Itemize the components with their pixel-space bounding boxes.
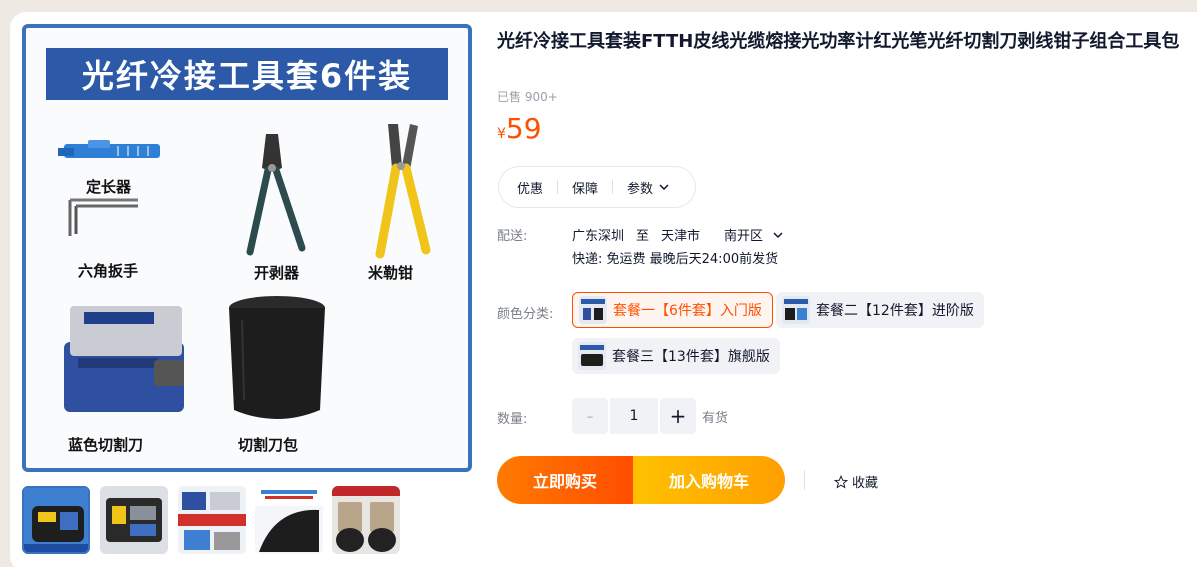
thumbnail-1[interactable] [22,486,90,554]
sold-count: 已售 900+ [497,90,558,104]
tab-params[interactable]: 参数 [627,178,669,197]
thumbnail-2[interactable] [100,486,168,554]
express-info: 快递: 免运费 最晚后天24:00前发货 [572,252,779,267]
star-icon [834,474,848,489]
product-title: 光纤冷接工具套装FTTH皮线光缆熔接光功率计红光笔光纤切割刀剥线钳子组合工具包 [497,31,1180,52]
currency-symbol: ¥ [497,126,506,142]
stock-status: 有货 [702,410,729,426]
option-label: 套餐一【6件套】入门版 [613,303,762,319]
thumbnail-5[interactable] [332,486,400,554]
thumbnail-image [255,486,323,554]
buy-now-button[interactable]: 立即购买 [497,456,633,504]
favorite-button[interactable]: 收藏 [834,472,878,491]
tab-discount[interactable]: 优惠 [517,178,543,197]
option-thumbnail [578,342,606,370]
tab-params-label: 参数 [627,181,654,197]
main-product-image[interactable]: 光纤冷接工具套6件装 定长器 六角扳手 开剥器 米勒钳 蓝色切割刀 切割刀包 [22,24,472,472]
price: ¥59 [497,112,542,145]
tool-label-hex-key: 六角扳手 [78,262,139,280]
divider [804,470,805,490]
increment-button[interactable]: + [660,398,696,434]
shipping-label: 配送: [497,229,528,244]
chevron-down-icon [659,184,669,190]
tool-label-length-gauge: 定长器 [86,178,132,196]
quantity-input[interactable]: 1 [610,398,658,434]
color-label: 颜色分类: [497,307,554,322]
decrement-button[interactable]: - [572,398,608,434]
ship-district[interactable]: 南开区 [724,225,763,244]
thumbnail-image [100,486,168,554]
price-value: 59 [505,112,542,145]
ship-city[interactable]: 天津市 [661,225,700,244]
cleaver-bag-illustration [229,296,325,419]
thumbnail-image [24,488,88,552]
info-tabs: 优惠 保障 参数 [498,166,696,208]
option-label: 套餐二【12件套】进阶版 [816,303,974,319]
tool-label-cleaver-bag: 切割刀包 [238,436,299,454]
thumbnail-image [332,486,400,554]
quantity-stepper: - 1 + 有货 [572,398,728,434]
thumbnail-3[interactable] [178,486,246,554]
tool-label-stripper: 开剥器 [254,264,300,282]
favorite-label: 收藏 [852,476,879,491]
option-label: 套餐三【13件套】旗舰版 [612,349,770,365]
shipping-route: 广东深圳 至 天津市 南开区 [572,225,783,244]
quantity-label: 数量: [497,412,528,427]
option-thumbnail [782,296,810,324]
image-banner: 光纤冷接工具套6件装 [46,48,448,100]
chevron-down-icon[interactable] [773,231,783,238]
tool-label-cleaver: 蓝色切割刀 [68,436,144,454]
tool-label-miller-clamp: 米勒钳 [368,264,414,282]
fiber-cleaver-illustration [64,306,184,412]
ship-from: 广东深圳 [572,229,625,244]
option-thumbnail [579,296,607,324]
miller-clamp-illustration [375,124,431,259]
stripper-illustration [246,134,306,256]
tab-guarantee[interactable]: 保障 [572,178,598,197]
thumbnail-4[interactable] [255,486,323,554]
add-to-cart-button[interactable]: 加入购物车 [633,456,785,504]
tab-divider [557,180,559,194]
thumbnail-image [178,486,246,554]
color-option-3[interactable]: 套餐三【13件套】旗舰版 [572,338,780,374]
length-gauge-illustration [58,140,160,158]
hex-key-illustration [68,198,138,236]
color-option-2[interactable]: 套餐二【12件套】进阶版 [776,292,984,328]
ship-to-word: 至 [636,229,650,244]
color-option-1[interactable]: 套餐一【6件套】入门版 [572,292,773,328]
tab-divider [612,180,614,194]
